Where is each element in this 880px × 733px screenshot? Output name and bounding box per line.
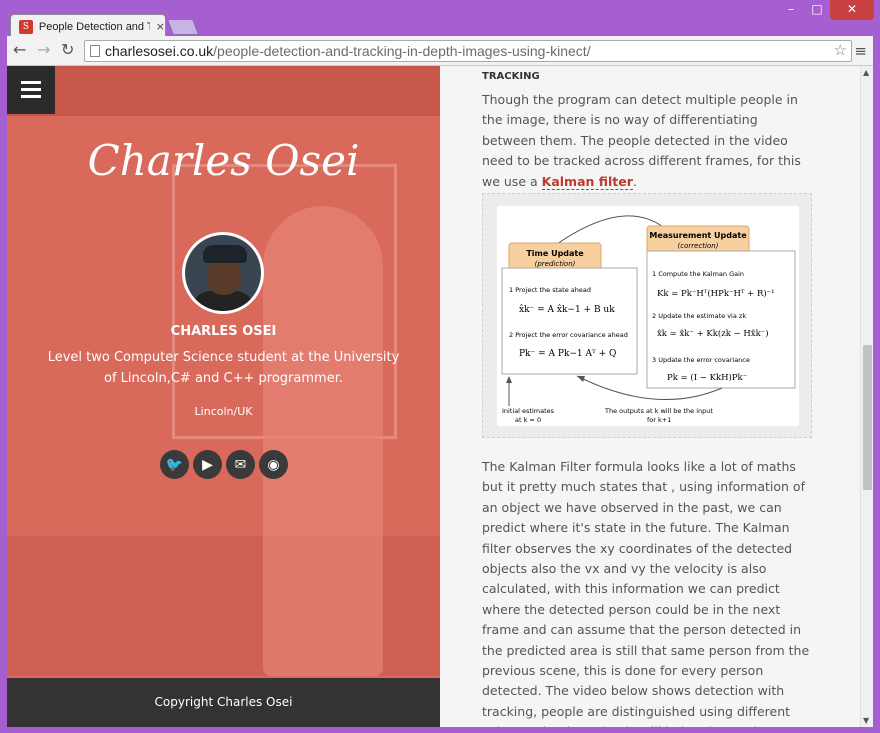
twitter-icon[interactable]: 🐦	[160, 450, 189, 479]
tu-step-2: 2 Project the error covariance ahead	[509, 331, 628, 339]
page-scrollbar[interactable]: ▲ ▼	[860, 66, 873, 727]
minimize-button[interactable]: –	[778, 0, 804, 20]
browser-menu-button[interactable]: ≡	[854, 42, 867, 60]
tu-equation-1: x̂k⁻ = A x̂k−1 + B uk	[519, 304, 615, 315]
mu-step-3: 3 Update the error covariance	[652, 356, 750, 364]
time-update-subtitle: (prediction)	[535, 260, 576, 268]
page-icon	[90, 45, 100, 57]
email-icon[interactable]: ✉	[226, 450, 255, 479]
address-bar[interactable]: charlesosei.co.uk/people-detection-and-t…	[84, 40, 852, 62]
measurement-update-subtitle: (correction)	[678, 242, 719, 250]
window-controls: – □ ✕	[778, 0, 874, 20]
tu-equation-2: Pk⁻ = A Pk−1 Aᵀ + Q	[519, 349, 616, 359]
site-title[interactable]: Charles Osei	[7, 136, 440, 185]
outputs-label: The outputs at k will be the input	[604, 407, 713, 415]
paragraph: The Kalman Filter formula looks like a l…	[482, 459, 810, 727]
article-content: TRACKING Though the program can detect m…	[440, 66, 860, 727]
hamburger-menu-button[interactable]	[7, 66, 55, 114]
browser-tab[interactable]: S People Detection and Trac ×	[10, 14, 166, 38]
kalman-diagram-figure: Time Update (prediction) 1 Project the s…	[482, 193, 812, 438]
kalman-filter-link[interactable]: Kalman filter	[541, 173, 633, 190]
favicon-icon: S	[19, 19, 33, 34]
scroll-down-arrow-icon[interactable]: ▼	[863, 716, 869, 725]
mu-equation-2: x̂k = x̂k⁻ + Kk(zk − Hx̂k⁻)	[657, 328, 769, 339]
browser-toolbar: ← → ↻ charlesosei.co.uk/people-detection…	[7, 36, 873, 66]
sidebar-background	[7, 66, 440, 116]
author-location: Lincoln/UK	[194, 405, 253, 418]
initial-k-label: at k = 0	[515, 416, 541, 424]
hamburger-line	[21, 88, 41, 91]
sidebar: Charles Osei CHARLES OSEI Level two Comp…	[7, 66, 440, 727]
page-viewport: Charles Osei CHARLES OSEI Level two Comp…	[7, 66, 873, 727]
tu-step-1: 1 Project the state ahead	[509, 286, 591, 294]
avatar-hat	[203, 245, 247, 263]
outputs-k-label: for k+1	[647, 416, 671, 424]
initial-estimates-label: Initial estimates	[502, 407, 555, 415]
tab-close-icon[interactable]: ×	[156, 20, 165, 33]
author-bio: Level two Computer Science student at th…	[47, 350, 400, 386]
mu-step-1: 1 Compute the Kalman Gain	[652, 270, 744, 278]
browser-window: S People Detection and Trac × – □ ✕ ← → …	[0, 0, 880, 733]
maximize-button[interactable]: □	[804, 0, 830, 20]
back-button[interactable]: ←	[13, 41, 26, 59]
kalman-diagram: Time Update (prediction) 1 Project the s…	[497, 206, 799, 426]
tab-title: People Detection and Trac	[38, 20, 150, 33]
tab-strip: S People Detection and Trac × – □ ✕	[0, 0, 880, 38]
time-update-title: Time Update	[526, 249, 584, 258]
scroll-up-arrow-icon[interactable]: ▲	[863, 68, 869, 77]
paragraph-text: .	[632, 173, 637, 189]
youtube-icon[interactable]: ▶	[193, 450, 222, 479]
scrollbar-thumb[interactable]	[863, 345, 872, 490]
author-name: CHARLES OSEI	[170, 324, 277, 339]
hamburger-line	[21, 81, 41, 84]
forward-button[interactable]: →	[37, 41, 50, 59]
rss-icon[interactable]: ◉	[259, 450, 288, 479]
url-host: charlesosei.co.uk	[105, 43, 214, 59]
url-path: /people-detection-and-tracking-in-depth-…	[213, 43, 591, 59]
avatar-photo	[185, 235, 261, 311]
mu-equation-3: Pk = (I − KkH)Pk⁻	[667, 372, 747, 383]
new-tab-button[interactable]	[167, 19, 199, 35]
social-links: 🐦 ▶ ✉ ◉	[160, 450, 288, 479]
bookmark-star-icon[interactable]: ☆	[834, 41, 847, 61]
sidebar-background-silhouette	[263, 206, 383, 676]
close-window-button[interactable]: ✕	[830, 0, 874, 20]
sidebar-footer: Copyright Charles Osei	[7, 678, 440, 727]
avatar-face	[207, 259, 241, 295]
paragraph-text: Though the program can detect multiple p…	[482, 92, 801, 189]
avatar	[182, 232, 264, 314]
hamburger-line	[21, 95, 41, 98]
measurement-update-title: Measurement Update	[649, 231, 747, 240]
section-heading: TRACKING	[482, 71, 540, 82]
reload-button[interactable]: ↻	[61, 41, 74, 59]
mu-equation-1: Kk = Pk⁻Hᵀ(HPk⁻Hᵀ + R)⁻¹	[657, 288, 775, 299]
paragraph: Though the program can detect multiple p…	[482, 90, 812, 192]
mu-step-2: 2 Update the estimate via zk	[652, 312, 746, 320]
